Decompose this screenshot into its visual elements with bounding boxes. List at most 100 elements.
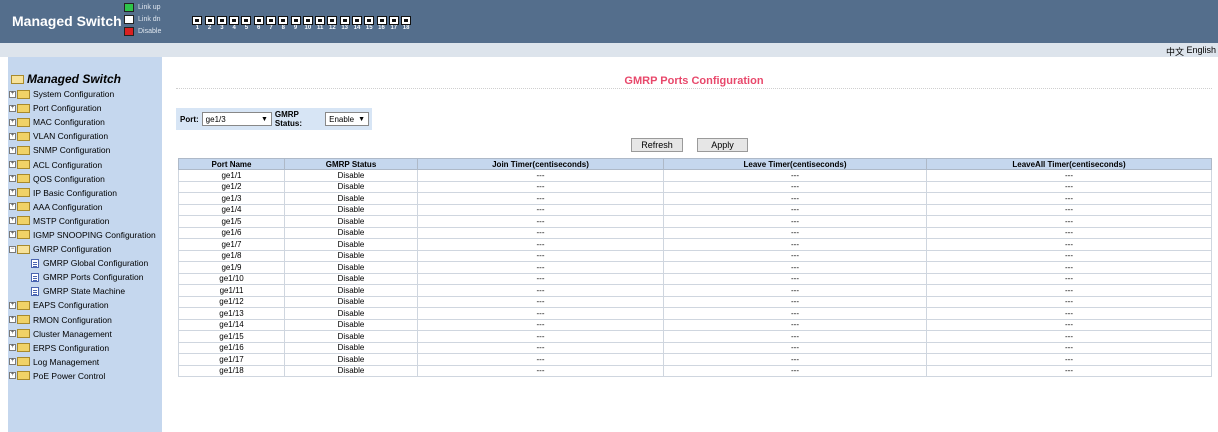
table-cell: --- [926,307,1212,320]
expand-icon[interactable]: + [9,203,16,211]
top-header: Managed Switch Link up Link dn Disable 1… [0,0,1218,43]
port-number: 8 [281,25,285,31]
table-row: ge1/15 Disable --- --- --- [178,330,1212,343]
table-cell: --- [663,180,927,193]
sidebar-subitem[interactable]: GMRP State Machine [9,284,161,298]
sidebar-item[interactable]: + AAA Configuration [9,200,161,214]
expand-icon[interactable]: + [9,90,16,98]
sidebar-item[interactable]: + QOS Configuration [9,172,161,186]
sidebar-root[interactable]: Managed Switch [11,72,121,86]
port-6[interactable]: 6 [253,16,264,32]
table-cell: Disable [284,203,418,216]
language-chinese-link[interactable]: 中文 [1166,45,1184,58]
table-cell: --- [926,203,1212,216]
collapse-icon[interactable]: − [9,245,16,253]
port-number: 7 [269,25,273,31]
expand-icon[interactable]: + [9,330,16,338]
sidebar-item[interactable]: − GMRP Configuration [9,242,161,256]
sidebar-item[interactable]: + IP Basic Configuration [9,186,161,200]
expand-icon[interactable]: + [9,175,16,183]
expand-icon[interactable]: + [9,301,16,309]
port-7[interactable]: 7 [265,16,277,32]
port-18[interactable]: 18 [401,16,412,32]
link-up-swatch-icon [124,2,134,12]
port-10[interactable]: 10 [302,16,314,32]
sidebar-subitem[interactable]: GMRP Ports Configuration [9,270,161,284]
expand-icon[interactable]: + [9,372,16,380]
expand-icon[interactable]: + [9,104,16,112]
port-2[interactable]: 2 [204,16,215,32]
sidebar-item[interactable]: + EAPS Configuration [9,298,161,312]
page-title: GMRP Ports Configuration [624,75,764,87]
sidebar-item[interactable]: + ACL Configuration [9,157,161,171]
port-8[interactable]: 8 [278,16,289,32]
expand-icon[interactable]: + [9,161,16,169]
expand-icon[interactable]: + [9,231,16,239]
folder-icon [17,103,30,113]
expand-icon[interactable]: + [9,132,16,140]
expand-icon[interactable]: + [9,118,16,126]
expand-icon[interactable]: + [9,189,16,197]
table-cell: Disable [284,284,418,297]
sidebar-item[interactable]: + MAC Configuration [9,115,161,129]
expand-icon[interactable]: + [9,217,16,225]
ethernet-port-icon [278,16,289,25]
table-row: ge1/11 Disable --- --- --- [178,284,1212,297]
refresh-button[interactable]: Refresh [631,138,683,152]
port-15[interactable]: 15 [364,16,375,32]
expand-icon[interactable]: + [9,344,16,352]
sidebar-item[interactable]: + Cluster Management [9,327,161,341]
port-17[interactable]: 17 [388,16,400,32]
column-header: Port Name [178,158,285,170]
sidebar-item-label: QOS Configuration [33,173,105,184]
table-cell: ge1/12 [178,295,285,308]
table-cell: --- [926,295,1212,308]
port-1[interactable]: 1 [192,16,203,32]
table-cell: --- [663,192,927,205]
sidebar-subitem[interactable]: GMRP Global Configuration [9,256,161,270]
table-cell: ge1/10 [178,272,285,285]
sidebar-item[interactable]: + Port Configuration [9,101,161,115]
sidebar-item[interactable]: + SNMP Configuration [9,143,161,157]
table-row: ge1/9 Disable --- --- --- [178,261,1212,274]
table-row: ge1/3 Disable --- --- --- [178,192,1212,205]
port-9[interactable]: 9 [290,16,301,32]
legend-link-up-label: Link up [138,3,161,11]
port-16[interactable]: 16 [376,16,387,32]
table-row: ge1/6 Disable --- --- --- [178,226,1212,239]
port-11[interactable]: 11 [315,16,326,32]
open-folder-icon [11,74,24,84]
port-5[interactable]: 5 [241,16,252,32]
port-14[interactable]: 14 [351,16,363,32]
sidebar-item[interactable]: + MSTP Configuration [9,214,161,228]
folder-icon [17,117,30,127]
sidebar-item[interactable]: + IGMP SNOOPING Configuration [9,228,161,242]
language-english-link[interactable]: English [1186,45,1216,55]
gmrp-status-select[interactable]: Enable ▼ [325,112,369,126]
port-select[interactable]: ge1/3 ▼ [201,112,272,126]
table-cell: Disable [284,353,418,366]
expand-icon[interactable]: + [9,316,16,324]
sidebar-item[interactable]: + System Configuration [9,87,161,101]
apply-button[interactable]: Apply [697,138,748,152]
port-number: 17 [390,25,398,31]
port-13[interactable]: 13 [339,16,350,32]
sidebar-item[interactable]: + Log Management [9,355,161,369]
sidebar-item[interactable]: + VLAN Configuration [9,129,161,143]
port-panel: 1 2 3 4 5 6 7 8 9 10 11 12 13 14 15 16 17 18 [192,16,413,32]
port-4[interactable]: 4 [229,16,240,32]
folder-icon [17,202,30,212]
sidebar-item[interactable]: + PoE Power Control [9,369,161,383]
ethernet-port-icon [290,16,301,25]
expand-icon[interactable]: + [9,146,16,154]
port-number: 2 [207,25,212,31]
port-number: 14 [353,25,361,31]
table-cell: --- [663,169,927,182]
table-row: ge1/14 Disable --- --- --- [178,318,1212,331]
port-number: 6 [257,25,261,31]
expand-icon[interactable]: + [9,358,16,366]
sidebar-item[interactable]: + ERPS Configuration [9,341,161,355]
port-3[interactable]: 3 [216,16,228,32]
sidebar-item[interactable]: + RMON Configuration [9,313,161,327]
port-12[interactable]: 12 [327,16,338,32]
